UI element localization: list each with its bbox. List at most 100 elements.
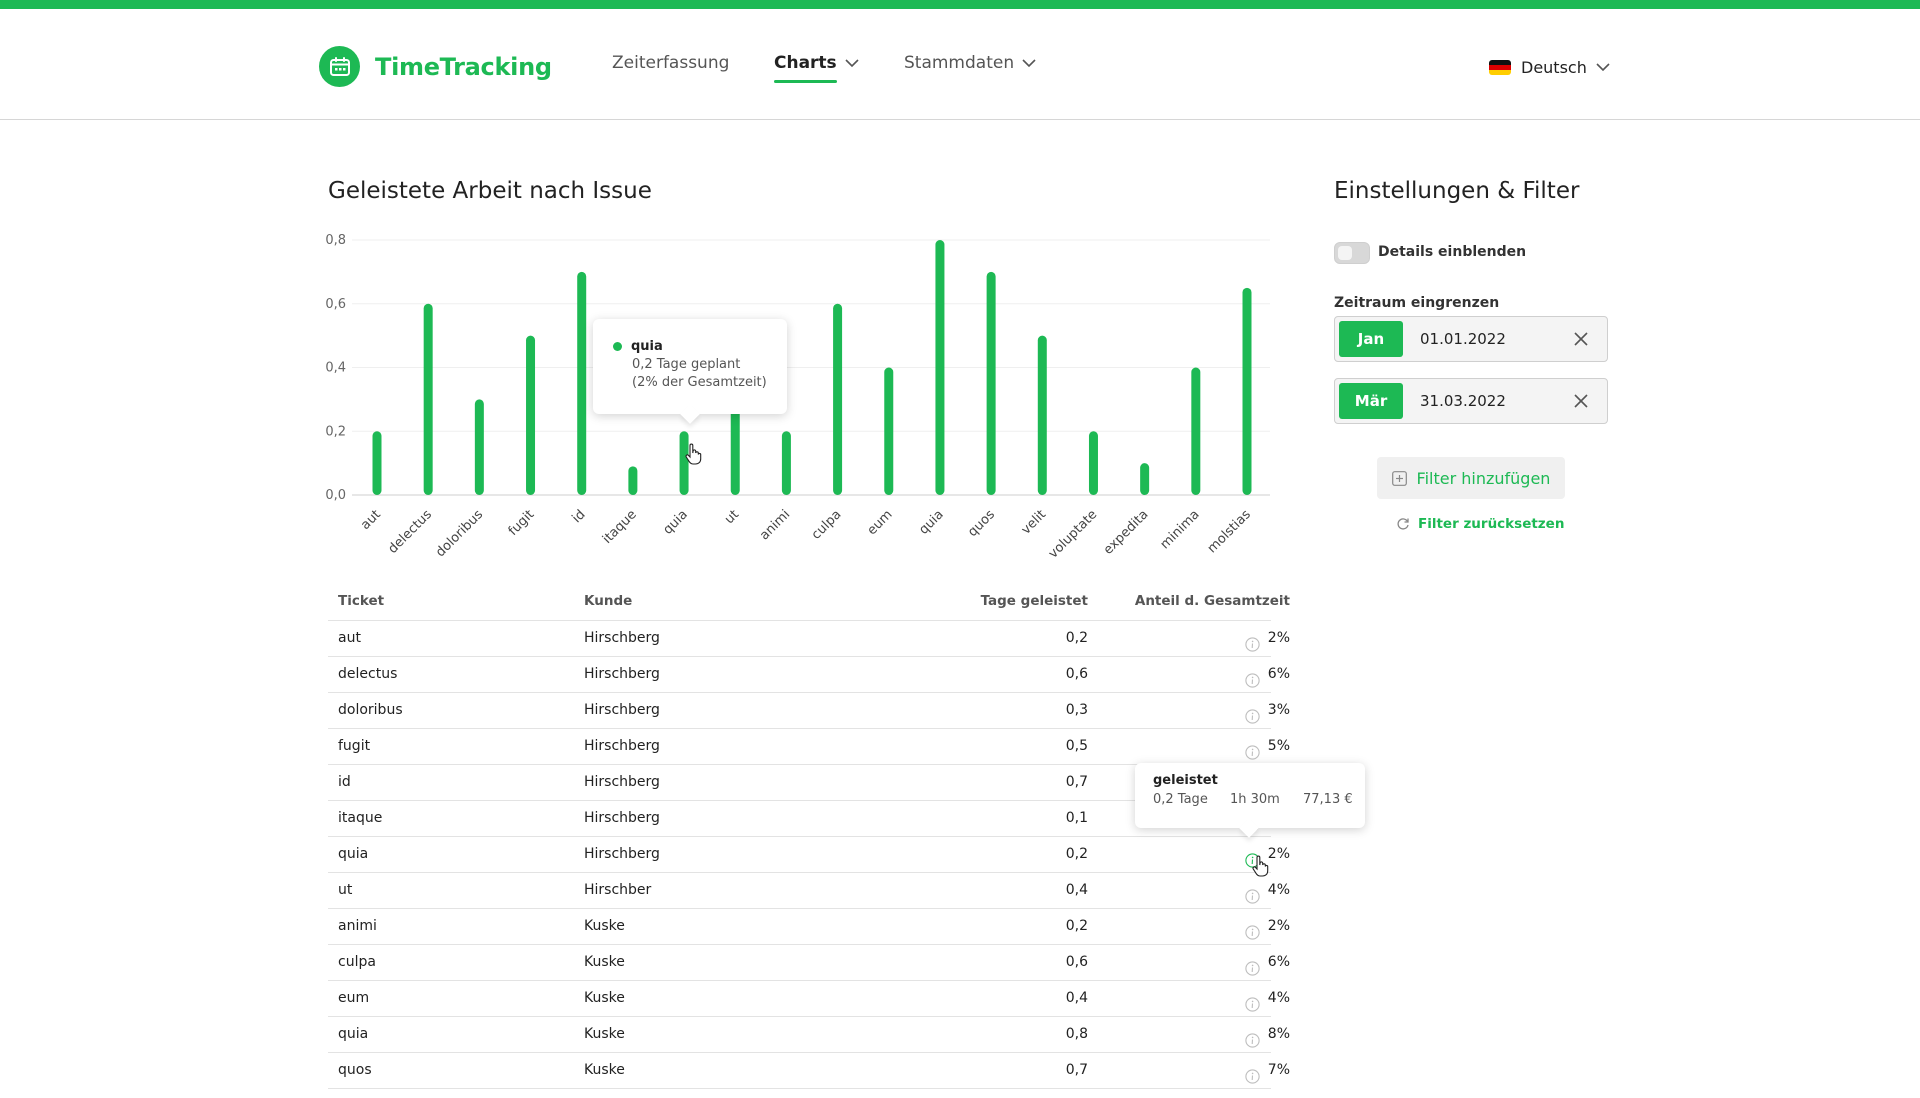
- app-header: TimeTracking Zeiterfassung Charts Stammd…: [0, 9, 1920, 120]
- cell-kunde: Hirschberg: [584, 765, 660, 800]
- details-toggle[interactable]: [1334, 242, 1370, 264]
- nav-zeiterfassung[interactable]: Zeiterfassung: [612, 53, 729, 73]
- x-tick-label: minima: [1158, 507, 1203, 552]
- date-from-field[interactable]: Jan 01.01.2022: [1334, 316, 1608, 362]
- reset-filter-link[interactable]: Filter zurücksetzen: [1396, 516, 1564, 532]
- nav-charts[interactable]: Charts: [774, 53, 859, 73]
- date-from-value[interactable]: 01.01.2022: [1420, 317, 1506, 361]
- y-tick-label: 0,0: [325, 488, 346, 503]
- x-tick-label: quia: [660, 507, 690, 537]
- tooltip-name: quia: [631, 339, 663, 354]
- table-row: doloribusHirschberg0,33%: [328, 693, 1271, 729]
- month-from-button[interactable]: Jan: [1339, 321, 1403, 357]
- reset-icon: [1396, 517, 1410, 531]
- cell-kunde: Kuske: [584, 1053, 625, 1088]
- cell-kunde: Hirschberg: [584, 837, 660, 872]
- clear-icon[interactable]: [1573, 393, 1589, 409]
- chevron-down-icon: [1022, 59, 1036, 68]
- bar-quos[interactable]: [987, 272, 996, 495]
- cell-kunde: Hirschberg: [584, 693, 660, 728]
- calendar-icon: [319, 46, 360, 87]
- top-accent-bar: [0, 0, 1920, 9]
- details-toggle-label: Details einblenden: [1378, 244, 1526, 260]
- tooltip-line: (2% der Gesamtzeit): [632, 375, 767, 390]
- cell-kunde: Kuske: [584, 981, 625, 1016]
- cell-tage: 0,5: [888, 729, 1088, 764]
- bar-expedita[interactable]: [1140, 463, 1149, 495]
- cell-tage: 0,4: [888, 873, 1088, 908]
- month-to-button[interactable]: Mär: [1339, 383, 1403, 419]
- series-dot: [613, 342, 622, 351]
- bar-eum[interactable]: [884, 368, 893, 496]
- x-tick-label: voluptate: [1046, 507, 1100, 561]
- cell-tage: 0,6: [888, 657, 1088, 692]
- header-anteil[interactable]: Anteil d. Gesamtzeit: [1088, 590, 1290, 612]
- cell-ticket: itaque: [338, 801, 382, 836]
- cell-ticket: culpa: [338, 945, 376, 980]
- bar-animi[interactable]: [782, 431, 791, 495]
- table-row: animiKuske0,22%: [328, 909, 1271, 945]
- bar-quia[interactable]: [935, 240, 944, 495]
- date-to-value[interactable]: 31.03.2022: [1420, 379, 1506, 423]
- cell-tage: 0,8: [888, 1017, 1088, 1052]
- bar-delectus[interactable]: [424, 304, 433, 495]
- x-tick-label: quia: [916, 507, 946, 537]
- tooltip-zeit: 1h 30m: [1230, 792, 1280, 807]
- hand-cursor-icon: [684, 443, 702, 465]
- cell-ticket: fugit: [338, 729, 370, 764]
- table-row: quiaHirschberg0,22%: [328, 837, 1271, 873]
- info-icon[interactable]: [1245, 1063, 1260, 1098]
- cell-ticket: quos: [338, 1053, 372, 1088]
- add-filter-button[interactable]: Filter hinzufügen: [1377, 457, 1565, 499]
- cell-tage: 0,1: [888, 801, 1088, 836]
- cell-kunde: Kuske: [584, 909, 625, 944]
- cell-ticket: aut: [338, 621, 361, 656]
- bar-chart: 0,00,20,40,60,8 autdelectusdoloribusfugi…: [312, 218, 1278, 563]
- bar-voluptate[interactable]: [1089, 431, 1098, 495]
- date-to-field[interactable]: Mär 31.03.2022: [1334, 378, 1608, 424]
- table-row: culpaKuske0,66%: [328, 945, 1271, 981]
- bar-fugit[interactable]: [526, 336, 535, 495]
- x-tick-label: eum: [865, 507, 896, 538]
- app-name: TimeTracking: [375, 53, 552, 81]
- chart-tooltip: quia 0,2 Tage geplant (2% der Gesamtzeit…: [593, 319, 787, 414]
- y-tick-label: 0,6: [325, 297, 346, 312]
- header-kunde[interactable]: Kunde: [584, 590, 632, 612]
- plus-icon: [1392, 471, 1407, 486]
- cell-ticket: doloribus: [338, 693, 403, 728]
- bar-velit[interactable]: [1038, 336, 1047, 495]
- german-flag-icon: [1489, 60, 1511, 75]
- y-tick-label: 0,2: [325, 424, 346, 439]
- app-logo[interactable]: TimeTracking: [319, 46, 552, 87]
- bar-doloribus[interactable]: [475, 399, 484, 495]
- zeitraum-label: Zeitraum eingrenzen: [1334, 295, 1499, 311]
- x-tick-label: quos: [965, 507, 998, 540]
- clear-icon[interactable]: [1573, 331, 1589, 347]
- table-row: id Hirschberg 0,7: [328, 765, 1271, 801]
- x-tick-label: velit: [1019, 507, 1049, 537]
- cell-ticket: ut: [338, 873, 352, 908]
- bar-culpa[interactable]: [833, 304, 842, 495]
- table-body: autHirschberg0,22%delectusHirschberg0,66…: [328, 621, 1271, 1089]
- cell-ticket: id: [338, 765, 351, 800]
- bar-id[interactable]: [577, 272, 586, 495]
- bar-aut[interactable]: [373, 431, 382, 495]
- x-tick-label: id: [570, 507, 589, 526]
- bar-itaque[interactable]: [628, 466, 637, 495]
- header-tage[interactable]: Tage geleistet: [888, 590, 1088, 612]
- bar-molstias[interactable]: [1243, 288, 1252, 495]
- header-ticket[interactable]: Ticket: [338, 590, 384, 612]
- cell-kunde: Kuske: [584, 945, 625, 980]
- cell-tage: 0,2: [888, 621, 1088, 656]
- nav-stammdaten[interactable]: Stammdaten: [904, 53, 1036, 73]
- hand-cursor-icon: [1251, 855, 1269, 877]
- bar-minima[interactable]: [1191, 368, 1200, 496]
- nav-label: Zeiterfassung: [612, 53, 729, 73]
- nav-label: Stammdaten: [904, 53, 1014, 73]
- cell-kunde: Hirschberg: [584, 621, 660, 656]
- chart-title: Geleistete Arbeit nach Issue: [328, 178, 652, 204]
- cell-tage: 0,7: [888, 765, 1088, 800]
- table-row: quiaKuske0,88%: [328, 1017, 1271, 1053]
- cell-kunde: Hirschberg: [584, 801, 660, 836]
- language-selector[interactable]: Deutsch: [1489, 58, 1610, 77]
